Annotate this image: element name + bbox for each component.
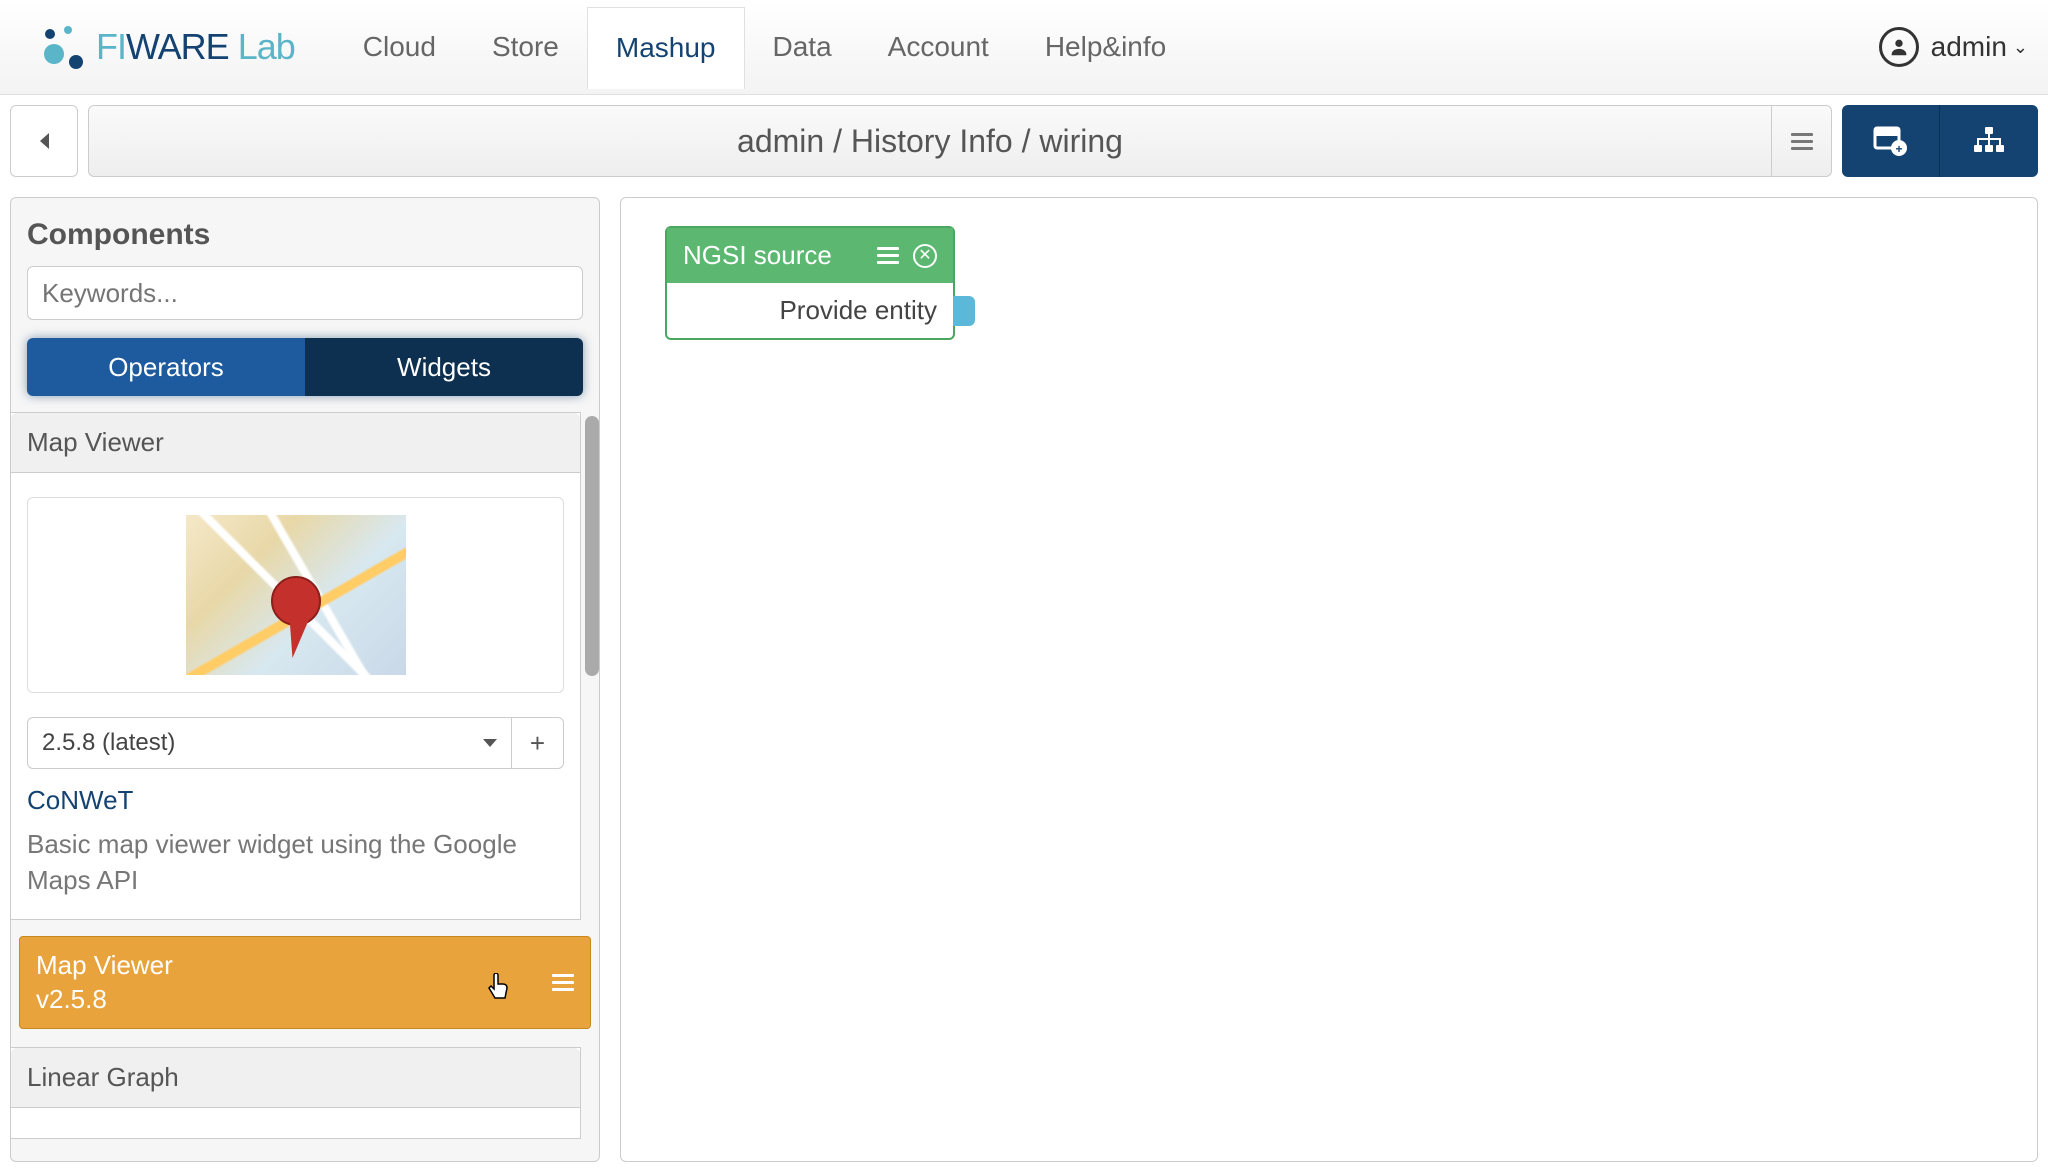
component-card-map-viewer: Map Viewer 2.5.8 (latest) + bbox=[11, 412, 581, 920]
version-row: 2.5.8 (latest) + bbox=[27, 717, 564, 769]
fiware-lab-logo[interactable]: FIWARE Lab bbox=[40, 22, 295, 72]
nav-items: Cloud Store Mashup Data Account Help&inf… bbox=[335, 0, 1194, 94]
node-title: NGSI source bbox=[683, 240, 832, 271]
node-ngsi-source[interactable]: NGSI source ✕ Provide entity bbox=[665, 226, 955, 340]
version-select[interactable]: 2.5.8 (latest) bbox=[27, 717, 512, 769]
endpoint-label: Provide entity bbox=[779, 295, 937, 325]
add-component-button[interactable]: + bbox=[1842, 105, 1940, 177]
nav-cloud[interactable]: Cloud bbox=[335, 6, 464, 88]
main-content: Components Operators Widgets Map Viewer bbox=[0, 187, 2048, 1172]
user-icon bbox=[1879, 27, 1919, 67]
instance-name: Map Viewer bbox=[36, 949, 173, 983]
search-input[interactable] bbox=[27, 266, 583, 320]
tab-operators[interactable]: Operators bbox=[27, 338, 305, 396]
cursor-pointer-icon bbox=[486, 973, 512, 1011]
map-pin-icon bbox=[271, 576, 321, 658]
back-button[interactable] bbox=[10, 105, 78, 177]
sidebar-title: Components bbox=[11, 198, 599, 266]
vendor-label: CoNWeT bbox=[11, 785, 580, 826]
action-buttons: + bbox=[1842, 105, 2038, 177]
instance-text: Map Viewer v2.5.8 bbox=[36, 949, 173, 1017]
node-close-icon[interactable]: ✕ bbox=[913, 244, 937, 268]
card-header: Map Viewer bbox=[11, 413, 580, 473]
map-thumbnail-image bbox=[186, 515, 406, 675]
chevron-down-icon: ⌄ bbox=[2013, 37, 2028, 58]
nav-help[interactable]: Help&info bbox=[1017, 6, 1194, 88]
node-menu-icon[interactable] bbox=[877, 243, 899, 268]
user-menu[interactable]: admin ⌄ bbox=[1879, 27, 2028, 67]
components-sidebar: Components Operators Widgets Map Viewer bbox=[10, 197, 600, 1162]
nav-account[interactable]: Account bbox=[860, 6, 1017, 88]
nav-data[interactable]: Data bbox=[745, 6, 860, 88]
version-label: 2.5.8 (latest) bbox=[42, 729, 175, 757]
breadcrumb-bar: admin / History Info / wiring bbox=[88, 105, 1832, 177]
card-header: Linear Graph bbox=[11, 1048, 580, 1108]
nav-mashup[interactable]: Mashup bbox=[587, 7, 745, 89]
component-list: Map Viewer 2.5.8 (latest) + bbox=[11, 412, 599, 1161]
node-endpoint[interactable]: Provide entity bbox=[667, 283, 953, 338]
caret-down-icon bbox=[483, 739, 497, 747]
instance-menu-icon[interactable] bbox=[552, 970, 574, 995]
component-tabs: Operators Widgets bbox=[27, 338, 583, 396]
breadcrumb-menu-button[interactable] bbox=[1771, 106, 1831, 176]
component-description: Basic map viewer widget using the Google… bbox=[11, 826, 580, 919]
card-thumbnail bbox=[27, 497, 564, 693]
wiring-view-button[interactable] bbox=[1940, 105, 2038, 177]
hamburger-icon bbox=[1791, 129, 1813, 154]
node-header-icons: ✕ bbox=[877, 243, 937, 268]
user-name: admin bbox=[1931, 31, 2007, 63]
endpoint-port[interactable] bbox=[953, 296, 975, 326]
top-navigation: FIWARE Lab Cloud Store Mashup Data Accou… bbox=[0, 0, 2048, 95]
svg-text:+: + bbox=[1895, 142, 1902, 156]
tab-widgets[interactable]: Widgets bbox=[305, 338, 583, 396]
wiring-canvas[interactable]: NGSI source ✕ Provide entity bbox=[620, 197, 2038, 1162]
add-instance-button[interactable]: + bbox=[512, 717, 564, 769]
toolbar: admin / History Info / wiring + bbox=[0, 95, 2048, 187]
component-instance-map-viewer[interactable]: Map Viewer v2.5.8 bbox=[19, 936, 591, 1030]
scrollbar-thumb[interactable] bbox=[585, 416, 599, 676]
instance-version: v2.5.8 bbox=[36, 983, 173, 1017]
node-header[interactable]: NGSI source ✕ bbox=[667, 228, 953, 283]
caret-left-icon bbox=[40, 133, 49, 149]
nav-store[interactable]: Store bbox=[464, 6, 587, 88]
logo-text: FIWARE Lab bbox=[96, 26, 295, 68]
breadcrumb: admin / History Info / wiring bbox=[89, 123, 1771, 160]
component-card-linear-graph: Linear Graph bbox=[11, 1047, 581, 1139]
